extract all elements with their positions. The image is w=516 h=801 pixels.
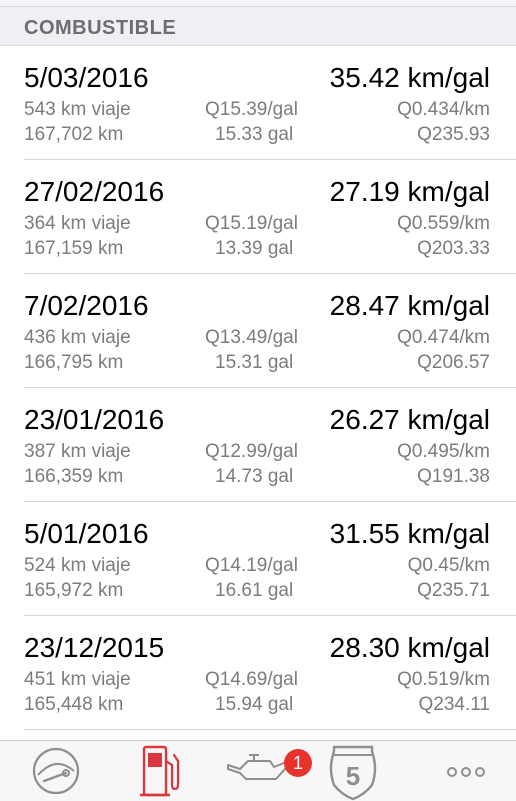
entry-trip-distance: 387 km viaje	[24, 441, 131, 462]
entry-cost-per-km: Q0.434/km	[397, 99, 490, 120]
entry-date: 27/02/2016	[24, 176, 165, 207]
entry-cost-per-km: Q0.559/km	[397, 213, 490, 234]
entry-price-per-gallon: Q15.39/gal	[205, 99, 298, 120]
entry-date: 23/01/2016	[24, 404, 165, 435]
tab-dashboard[interactable]	[14, 741, 94, 801]
entry-gallons: 16.61 gal	[215, 580, 294, 601]
entry-odometer: 166,359 km	[24, 466, 124, 487]
entry-gallons: 15.33 gal	[215, 124, 294, 145]
entry-gallons: 15.94 gal	[215, 694, 294, 715]
entry-efficiency: 26.27 km/gal	[329, 404, 490, 435]
entry-trip-distance: 543 km viaje	[24, 99, 131, 120]
entry-price-per-gallon: Q14.19/gal	[205, 555, 298, 576]
entry-trip-distance: 524 km viaje	[24, 555, 131, 576]
status-bar-edge	[0, 0, 516, 7]
entry-gallons: 15.31 gal	[215, 352, 294, 373]
entry-total-cost: Q235.93	[417, 124, 490, 145]
entry-price-per-gallon: Q12.99/gal	[205, 441, 298, 462]
entry-odometer: 167,702 km	[24, 124, 124, 145]
entry-total-cost: Q191.38	[417, 466, 490, 487]
entry-date: 5/03/2016	[24, 62, 149, 93]
fuel-entry[interactable]: 23/12/2015 28.30 km/gal 451 km viaje Q14…	[0, 616, 516, 730]
entry-price-per-gallon: Q13.49/gal	[205, 327, 298, 348]
entry-trip-distance: 436 km viaje	[24, 327, 131, 348]
entry-cost-per-km: Q0.474/km	[397, 327, 490, 348]
section-header: COMBUSTIBLE	[0, 7, 516, 46]
entry-trip-distance: 364 km viaje	[24, 213, 131, 234]
tab-route[interactable]: 5	[320, 741, 400, 801]
entry-cost-per-km: Q0.45/km	[407, 555, 490, 576]
entry-efficiency: 31.55 km/gal	[329, 518, 490, 549]
entry-date: 5/01/2016	[24, 518, 149, 549]
entry-gallons: 14.73 gal	[215, 466, 294, 487]
fuel-pump-icon	[140, 745, 180, 797]
entry-gallons: 13.39 gal	[215, 238, 294, 259]
entry-cost-per-km: Q0.519/km	[397, 669, 490, 690]
entry-trip-distance: 451 km viaje	[24, 669, 131, 690]
entry-total-cost: Q203.33	[417, 238, 490, 259]
entry-efficiency: 27.19 km/gal	[329, 176, 490, 207]
entry-cost-per-km: Q0.495/km	[397, 441, 490, 462]
entry-efficiency: 28.47 km/gal	[329, 290, 490, 321]
tab-more[interactable]	[426, 741, 506, 801]
fuel-entry[interactable]: 27/02/2016 27.19 km/gal 364 km viaje Q15…	[0, 160, 516, 274]
fuel-log-list[interactable]: 5/03/2016 35.42 km/gal 543 km viaje Q15.…	[0, 46, 516, 730]
entry-odometer: 165,448 km	[24, 694, 124, 715]
entry-odometer: 167,159 km	[24, 238, 124, 259]
fuel-entry[interactable]: 7/02/2016 28.47 km/gal 436 km viaje Q13.…	[0, 274, 516, 388]
route-number: 5	[346, 761, 360, 791]
fuel-entry[interactable]: 5/01/2016 31.55 km/gal 524 km viaje Q14.…	[0, 502, 516, 616]
section-title: COMBUSTIBLE	[24, 17, 177, 39]
entry-total-cost: Q234.11	[418, 694, 490, 715]
more-dots-icon	[447, 767, 485, 777]
entry-date: 23/12/2015	[24, 632, 165, 663]
entry-total-cost: Q206.57	[417, 352, 490, 373]
entry-date: 7/02/2016	[24, 290, 149, 321]
oil-notification-badge: 1	[284, 749, 312, 777]
tab-bar: 5	[0, 740, 516, 801]
entry-efficiency: 28.30 km/gal	[329, 632, 490, 663]
entry-odometer: 166,795 km	[24, 352, 124, 373]
speedometer-icon	[32, 747, 80, 795]
entry-odometer: 165,972 km	[24, 580, 124, 601]
fuel-entry[interactable]: 23/01/2016 26.27 km/gal 387 km viaje Q12…	[0, 388, 516, 502]
tab-fuel[interactable]	[122, 741, 202, 801]
fuel-entry[interactable]: 5/03/2016 35.42 km/gal 543 km viaje Q15.…	[0, 46, 516, 160]
entry-total-cost: Q235.71	[417, 580, 490, 601]
entry-efficiency: 35.42 km/gal	[329, 62, 490, 93]
entry-price-per-gallon: Q14.69/gal	[205, 669, 298, 690]
entry-price-per-gallon: Q15.19/gal	[205, 213, 298, 234]
highway-shield-icon: 5	[329, 745, 377, 801]
